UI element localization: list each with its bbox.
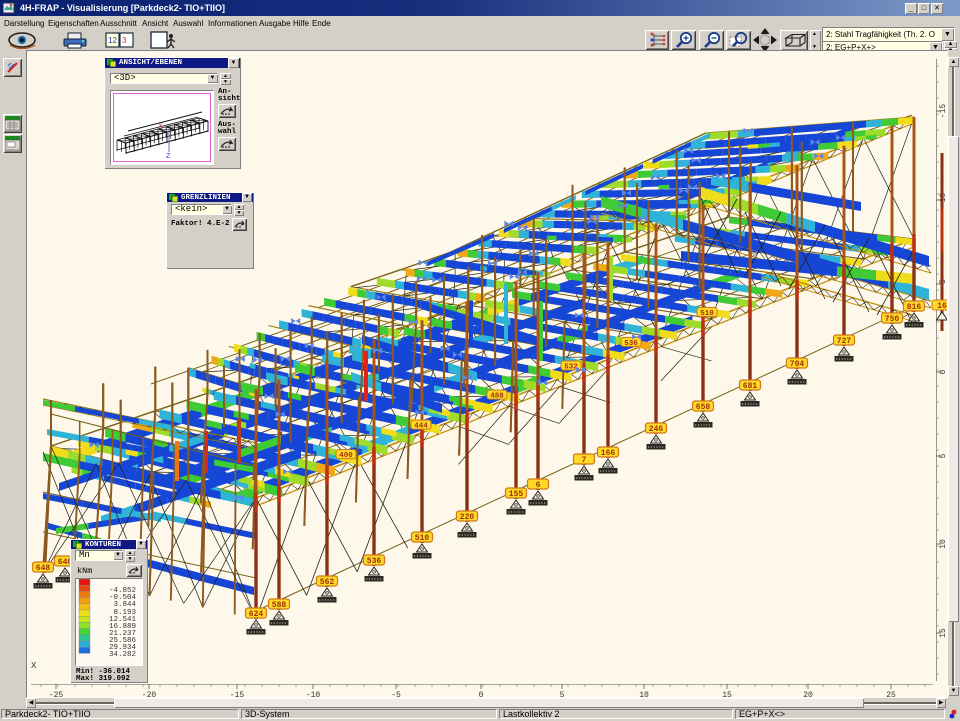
svg-text:220: 220 [460,513,475,522]
svg-text:624: 624 [249,610,264,619]
svg-text:15: 15 [939,628,948,638]
svg-text:5: 5 [560,691,565,698]
svg-text:658: 658 [696,403,711,412]
svg-text:816: 816 [907,303,922,312]
svg-text:10: 10 [939,539,948,549]
svg-text:6: 6 [536,481,541,490]
svg-text:Z: Z [166,153,171,160]
svg-text:5: 5 [939,453,948,458]
svg-text:16: 16 [937,302,947,311]
svg-text:-20: -20 [142,691,157,698]
svg-text:444: 444 [414,423,428,431]
svg-text:510: 510 [700,310,714,318]
svg-text:588: 588 [272,601,287,610]
svg-text:0: 0 [939,369,948,374]
svg-text:155: 155 [509,490,524,499]
svg-text:15: 15 [722,691,732,698]
svg-text:X: X [31,661,37,671]
svg-text:536: 536 [367,557,382,566]
svg-text:7: 7 [582,456,587,465]
svg-text:-25: -25 [49,691,64,698]
svg-text:704: 704 [790,360,805,369]
svg-text:-10: -10 [306,691,321,698]
svg-text:25: 25 [886,691,896,698]
svg-text:12: 12 [108,36,117,45]
svg-text:X: X [158,123,163,130]
svg-text:246: 246 [649,425,664,434]
svg-text:681: 681 [743,382,758,391]
svg-text:510: 510 [415,534,430,543]
svg-text:10: 10 [639,691,649,698]
svg-text:750: 750 [885,315,900,324]
svg-text:727: 727 [837,337,852,346]
svg-text:400: 400 [339,452,353,460]
svg-text:0: 0 [479,691,484,698]
svg-text:166: 166 [601,449,616,458]
svg-text:-15: -15 [939,104,948,119]
svg-text:20: 20 [803,691,813,698]
svg-text:488: 488 [490,393,504,401]
svg-text:536: 536 [624,340,638,348]
svg-text:532: 532 [564,364,578,372]
svg-text:-15: -15 [230,691,245,698]
svg-text:3: 3 [122,36,127,45]
svg-text:648: 648 [36,564,51,573]
svg-text:562: 562 [320,578,335,587]
svg-text:-5: -5 [391,691,401,698]
